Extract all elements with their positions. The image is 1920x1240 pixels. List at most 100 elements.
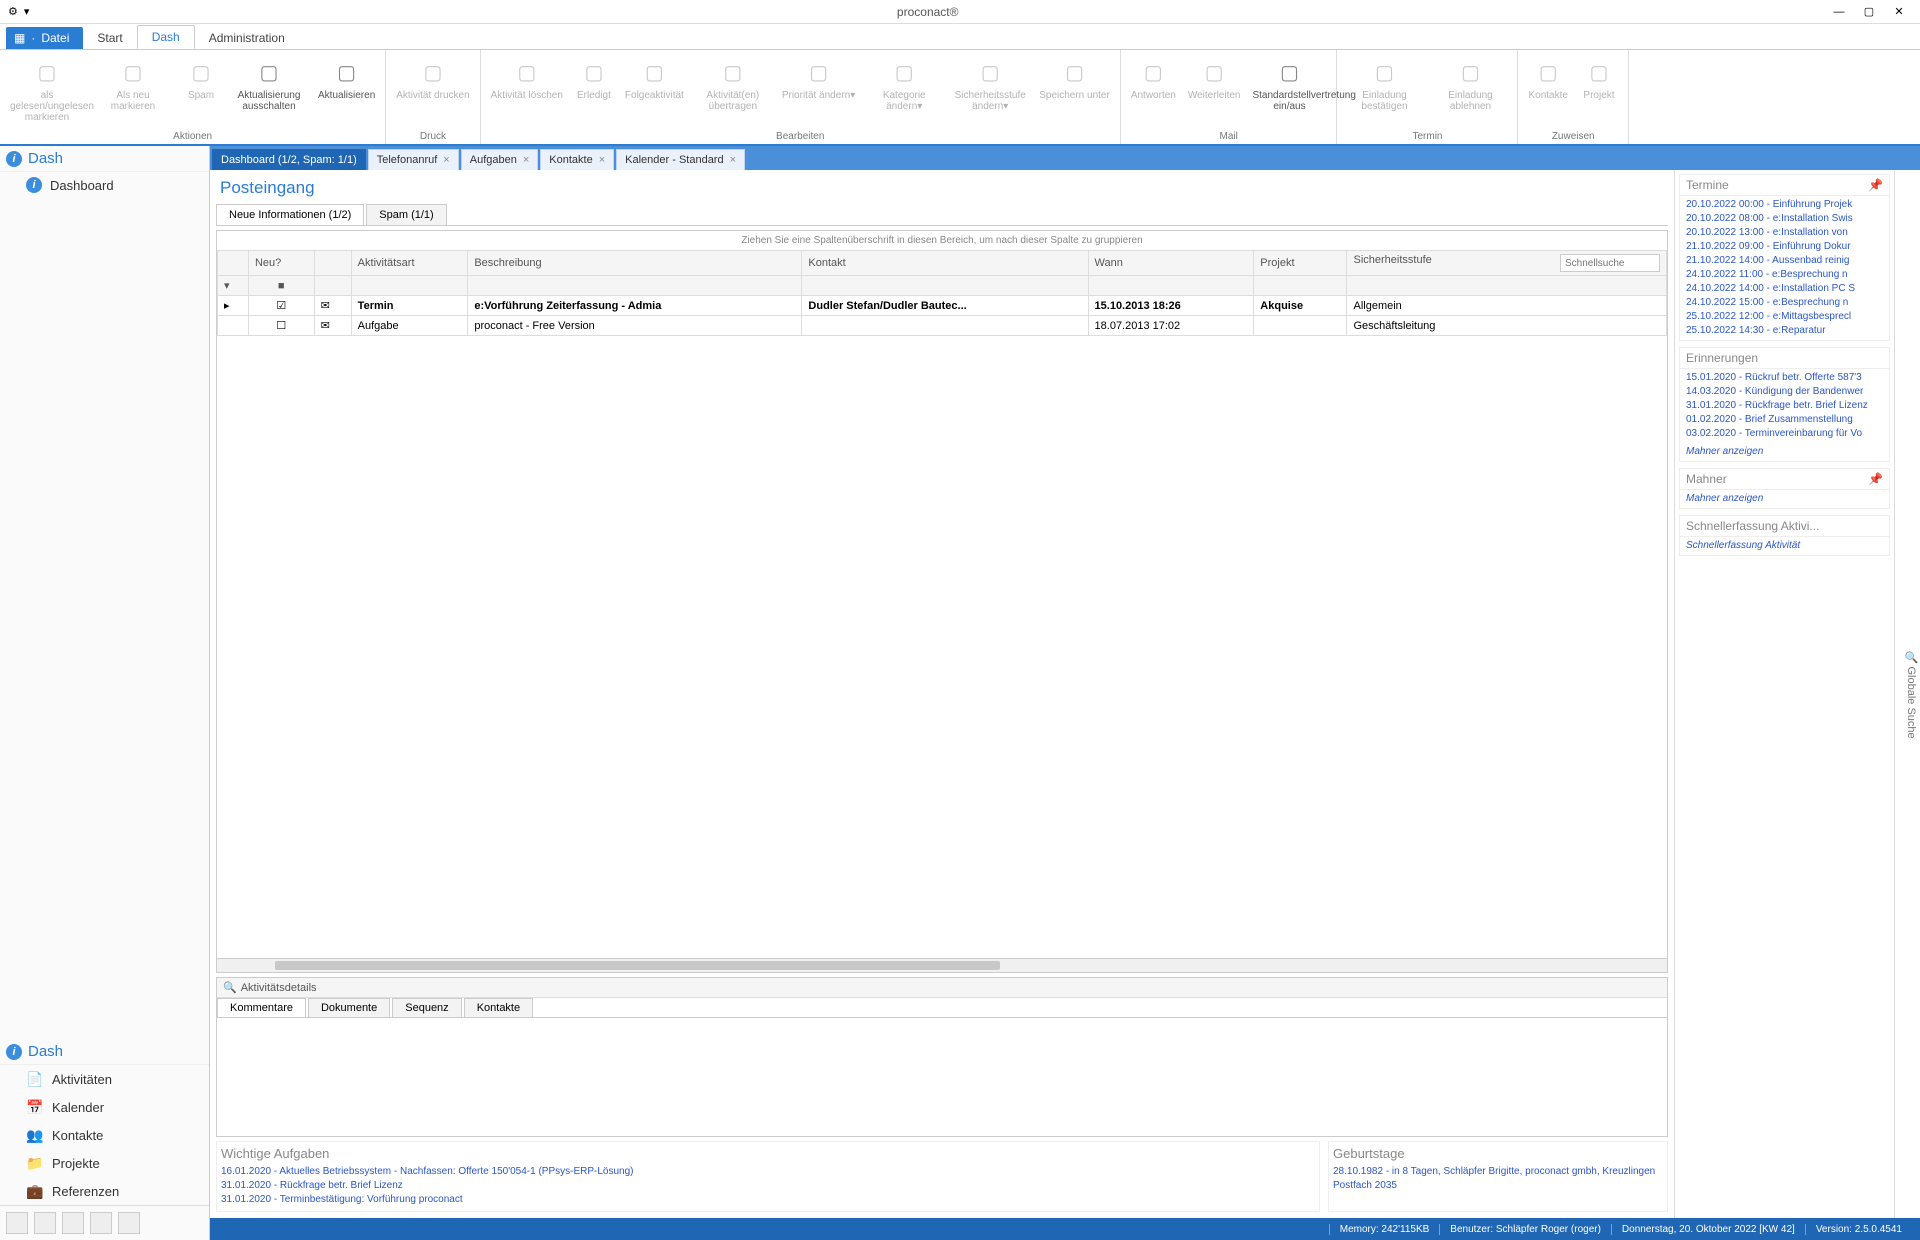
column-header[interactable] (218, 251, 249, 276)
link-item[interactable]: 20.10.2022 13:00 - e:Installation von (1686, 226, 1883, 240)
table-row[interactable]: ▸☑✉Termine:Vorführung Zeiterfassung - Ad… (218, 296, 1667, 316)
sb-tool-1[interactable] (6, 1212, 28, 1234)
close-tab-icon[interactable]: × (599, 154, 605, 166)
ribbon-autorefresh-off[interactable]: ▢Aktualisierung ausschalten (228, 54, 310, 114)
quick-activity-link[interactable]: Schnellerfassung Aktivität (1686, 539, 1883, 553)
link-item[interactable]: 24.10.2022 14:00 - e:Installation PC S (1686, 282, 1883, 296)
details-tab[interactable]: Kommentare (217, 998, 306, 1017)
close-tab-icon[interactable]: × (730, 154, 736, 166)
column-header[interactable]: Wann (1088, 251, 1254, 276)
sidebar-item-dashboard[interactable]: iDashboard (0, 172, 209, 198)
sidebar-head-dash2: iDash (0, 1039, 209, 1065)
qat-icon[interactable]: ▾ (24, 5, 30, 18)
link-item[interactable]: 21.10.2022 09:00 - Einführung Dokur (1686, 240, 1883, 254)
ribbon-done: ▢Erledigt (571, 54, 617, 103)
sidebar-item-kontakte[interactable]: 👥Kontakte (0, 1121, 209, 1149)
doc-tab[interactable]: Kontakte× (540, 149, 614, 170)
doc-tab[interactable]: Kalender - Standard× (616, 149, 745, 170)
pin-icon[interactable]: 📌 (1868, 178, 1883, 192)
ribbon-print-activity: ▢Aktivität drucken (392, 54, 473, 103)
quicksearch-input[interactable] (1560, 254, 1660, 272)
link-item[interactable]: 21.10.2022 14:00 - Aussenbad reinig (1686, 254, 1883, 268)
doc-tab[interactable]: Dashboard (1/2, Spam: 1/1) (212, 149, 366, 170)
details-tab[interactable]: Sequenz (392, 998, 461, 1017)
cell-beschreibung: e:Vorführung Zeiterfassung - Admia (468, 296, 802, 316)
ribbon-transfer: ▢Aktivität(en) übertragen (692, 54, 774, 114)
table-row[interactable]: ☐✉Aufgabeproconact - Free Version18.07.2… (218, 316, 1667, 336)
maximize-button[interactable]: ▢ (1856, 3, 1882, 21)
close-tab-icon[interactable]: × (443, 154, 449, 166)
ribbon-assign-contact: ▢Kontakte (1524, 54, 1571, 103)
link-item[interactable]: 01.02.2020 - Brief Zusammenstellung (1686, 413, 1883, 427)
tab-dash[interactable]: Dash (137, 25, 195, 49)
link-item[interactable]: 28.10.1982 - in 8 Tagen, Schläpfer Brigi… (1333, 1165, 1663, 1179)
cell-projekt: Akquise (1254, 296, 1347, 316)
link-item[interactable]: 03.02.2020 - Terminvereinbarung für Vo (1686, 427, 1883, 441)
link-item[interactable]: 24.10.2022 15:00 - e:Besprechung n (1686, 296, 1883, 310)
column-header[interactable]: Aktivitätsart (351, 251, 468, 276)
column-header[interactable] (314, 251, 351, 276)
sb-tool-4[interactable] (90, 1212, 112, 1234)
cell-art: Aufgabe (351, 316, 468, 336)
inbox-subtab[interactable]: Spam (1/1) (366, 204, 446, 225)
inbox-subtab[interactable]: Neue Informationen (1/2) (216, 204, 364, 225)
link-item[interactable]: 25.10.2022 12:00 - e:Mittagsbesprecl (1686, 310, 1883, 324)
sidebar-item-kalender[interactable]: 📅Kalender (0, 1093, 209, 1121)
ribbon-refresh[interactable]: ▢Aktualisieren (314, 54, 379, 103)
app-icon: ⚙ (8, 5, 18, 18)
link-item[interactable]: 15.01.2020 - Rückruf betr. Offerte 587'3 (1686, 371, 1883, 385)
doc-tab[interactable]: Telefonanruf× (368, 149, 459, 170)
link-item[interactable]: 24.10.2022 11:00 - e:Besprechung n (1686, 268, 1883, 282)
sb-tool-2[interactable] (34, 1212, 56, 1234)
show-mahner-link2[interactable]: Mahner anzeigen (1686, 492, 1883, 506)
global-search-tab[interactable]: 🔍 Globale Suche (1894, 170, 1920, 1218)
tab-start[interactable]: Start (83, 27, 136, 49)
ribbon-security: ▢Sicherheitsstufe ändern▾ (949, 54, 1031, 114)
sidebar-item-aktivitäten[interactable]: 📄Aktivitäten (0, 1065, 209, 1093)
close-button[interactable]: ✕ (1886, 3, 1912, 21)
minimize-button[interactable]: — (1826, 3, 1852, 21)
show-mahner-link[interactable]: Mahner anzeigen (1686, 445, 1883, 459)
sb-tool-5[interactable] (118, 1212, 140, 1234)
nav-icon: 📁 (26, 1154, 44, 1172)
schnellerfassung-panel: Schnellerfassung Aktivi... Schnellerfass… (1679, 515, 1890, 556)
sidebar: iDash iDashboard iDash 📄Aktivitäten📅Kale… (0, 146, 210, 1240)
link-item[interactable]: Postfach 2035 (1333, 1179, 1663, 1193)
link-item[interactable]: 16.01.2020 - Aktuelles Betriebssystem - … (221, 1165, 1315, 1179)
column-header[interactable]: Projekt (1254, 251, 1347, 276)
link-item[interactable]: 14.03.2020 - Kündigung der Bandenwer (1686, 385, 1883, 399)
cell-neu[interactable]: ☐ (248, 316, 314, 336)
doc-tab[interactable]: Aufgaben× (461, 149, 539, 170)
details-tab[interactable]: Dokumente (308, 998, 390, 1017)
details-tab[interactable]: Kontakte (464, 998, 533, 1017)
followup-icon: ▢ (638, 56, 670, 88)
column-header[interactable]: Sicherheitsstufe (1347, 251, 1667, 276)
link-item[interactable]: 31.01.2020 - Rückfrage betr. Brief Lizen… (1686, 399, 1883, 413)
file-menu[interactable]: ▦·Datei (6, 27, 83, 49)
column-header[interactable]: Beschreibung (468, 251, 802, 276)
close-tab-icon[interactable]: × (523, 154, 529, 166)
link-item[interactable]: 25.10.2022 14:30 - e:Reparatur (1686, 324, 1883, 338)
link-item[interactable]: 20.10.2022 08:00 - e:Installation Swis (1686, 212, 1883, 226)
tab-administration[interactable]: Administration (195, 27, 299, 49)
column-header[interactable]: Neu? (248, 251, 314, 276)
info-icon: i (6, 1044, 22, 1060)
sidebar-item-referenzen[interactable]: 💼Referenzen (0, 1177, 209, 1205)
confirm-invite-icon: ▢ (1368, 56, 1400, 88)
filter-neu[interactable]: ■ (248, 276, 314, 296)
link-item[interactable]: 31.01.2020 - Terminbestätigung: Vorführu… (221, 1193, 1315, 1207)
horizontal-scrollbar[interactable] (217, 958, 1667, 972)
link-item[interactable]: 20.10.2022 00:00 - Einführung Projek (1686, 198, 1883, 212)
sidebar-item-projekte[interactable]: 📁Projekte (0, 1149, 209, 1177)
status-user: Benutzer: Schläpfer Roger (roger) (1439, 1224, 1611, 1235)
nav-icon: 👥 (26, 1126, 44, 1144)
link-item[interactable]: 31.01.2020 - Rückfrage betr. Brief Lizen… (221, 1179, 1315, 1193)
sb-tool-3[interactable] (62, 1212, 84, 1234)
ribbon-priority: ▢Priorität ändern▾ (778, 54, 859, 103)
cell-wann: 15.10.2013 18:26 (1088, 296, 1254, 316)
column-header[interactable]: Kontakt (802, 251, 1088, 276)
cell-neu[interactable]: ☑ (248, 296, 314, 316)
ribbon-deputy[interactable]: ▢Standardstellvertretung ein/aus (1248, 54, 1330, 114)
cell-stufe: Allgemein (1347, 296, 1667, 316)
pin-icon[interactable]: 📌 (1868, 472, 1883, 486)
